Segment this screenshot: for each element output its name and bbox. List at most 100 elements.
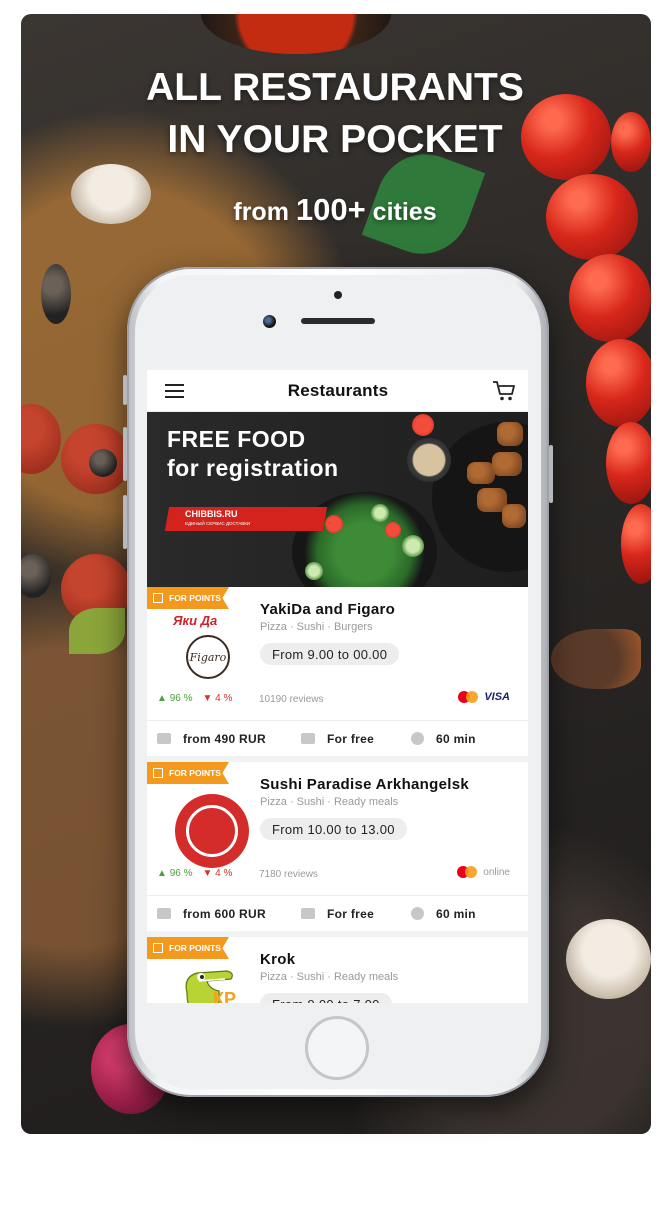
- restaurant-name: YakiDa and Figaro: [260, 601, 396, 618]
- clock-icon: [411, 732, 424, 745]
- spice-bowl-decoration: [407, 438, 451, 482]
- delivery-info: from 490 RUR For free 60 min: [147, 720, 528, 756]
- visa-icon: VISA: [484, 691, 510, 703]
- subline-number: 100+: [295, 192, 366, 227]
- cucumber-slice-decoration: [402, 535, 424, 557]
- promo-banner[interactable]: FREE FOOD for registration CHIBBIS.RU ЕД…: [147, 412, 528, 587]
- min-order-value: from 490 RUR: [183, 731, 266, 746]
- delivery-cost: For free: [301, 907, 374, 921]
- gift-icon: [153, 768, 163, 778]
- cart-icon[interactable]: [492, 380, 516, 402]
- tomato-decoration: [621, 504, 651, 584]
- power-button: [549, 445, 553, 503]
- opening-hours: From 9.00 to 7.00: [260, 993, 392, 1003]
- reviews-count[interactable]: 10190 reviews: [259, 694, 323, 705]
- kebab-decoration: [467, 462, 495, 484]
- badge-label: FOR POINTS: [169, 943, 221, 953]
- headline-line-1: ALL RESTAURANTS: [146, 66, 524, 109]
- hamburger-menu-icon[interactable]: [165, 383, 184, 398]
- pepper-slice-decoration: [69, 608, 125, 654]
- cherry-tomato-decoration: [412, 414, 434, 436]
- banner-subheadline: for registration: [167, 455, 339, 481]
- delivery-cost-value: For free: [327, 731, 375, 746]
- restaurant-card[interactable]: FOR POINTS Sushi Paradise Arkhangelsk Pi…: [147, 762, 528, 937]
- min-order-value: from 600 RUR: [183, 906, 266, 921]
- opening-hours: From 9.00 to 00.00: [260, 643, 400, 665]
- min-order: from 600 RUR: [157, 907, 266, 921]
- restaurant-logo: КР: [159, 961, 243, 1003]
- car-icon: [301, 733, 315, 744]
- banner-headline: FREE FOOD: [167, 426, 306, 452]
- tomato-slice-decoration: [325, 515, 343, 533]
- subline-prefix: from: [233, 198, 289, 226]
- krok-logo-text: КР: [213, 989, 236, 1003]
- tomato-decoration: [586, 339, 651, 427]
- restaurant-logo: [159, 786, 249, 870]
- for-points-badge: FOR POINTS: [147, 587, 229, 609]
- proximity-sensor-icon: [334, 291, 342, 299]
- spoon-decoration: [551, 629, 641, 689]
- money-icon: [157, 908, 171, 919]
- restaurant-categories: Pizza · Sushi · Ready meals: [260, 796, 399, 808]
- rating-down: 4 %: [215, 868, 233, 879]
- restaurant-card[interactable]: Яки Да Figaro FOR POINTS YakiDa and Figa…: [147, 587, 528, 762]
- volume-button: [123, 375, 127, 405]
- rating: ▲ 96 % ▼ 4 %: [157, 693, 232, 704]
- restaurant-name: Sushi Paradise Arkhangelsk: [260, 776, 469, 793]
- promo-headline: ALL RESTAURANTS IN YOUR POCKET: [21, 62, 651, 166]
- restaurant-card[interactable]: КР FOR POINTS Krok Pizza · Sushi · Ready…: [147, 937, 528, 1003]
- thumbs-up-icon: ▲ 96 %: [157, 868, 193, 879]
- figaro-logo: Figaro: [186, 635, 230, 679]
- rating-up: 96 %: [169, 693, 193, 704]
- badge-label: FOR POINTS: [169, 593, 221, 603]
- delivery-time: 60 min: [411, 907, 476, 921]
- rating-up: 96 %: [169, 868, 193, 879]
- app-screen: Restaurants FREE FOOD for registration C…: [147, 370, 528, 1003]
- opening-hours: From 10.00 to 13.00: [260, 818, 407, 840]
- sauce-bowl-decoration: [201, 14, 391, 54]
- headline-line-2: IN YOUR POCKET: [167, 118, 503, 161]
- delivery-info: from 600 RUR For free 60 min: [147, 895, 528, 931]
- cucumber-slice-decoration: [371, 504, 389, 522]
- mastercard-icon: [458, 691, 479, 703]
- restaurant-categories: Pizza · Sushi · Burgers: [260, 621, 373, 633]
- olive-decoration: [41, 264, 71, 324]
- reviews-count[interactable]: 7180 reviews: [259, 869, 318, 880]
- min-order: from 490 RUR: [157, 732, 266, 746]
- volume-button: [123, 495, 127, 549]
- tomato-decoration: [569, 254, 651, 342]
- kebab-decoration: [502, 504, 526, 528]
- thumbs-down-icon: ▼ 4 %: [202, 868, 233, 879]
- volume-button: [123, 427, 127, 481]
- sushi-paradise-logo: [175, 794, 249, 868]
- mastercard-icon: [457, 866, 478, 878]
- payment-methods: online: [457, 866, 510, 878]
- mushroom-decoration: [566, 919, 651, 999]
- car-icon: [301, 908, 315, 919]
- tomato-decoration: [606, 422, 651, 504]
- olive-decoration: [89, 449, 117, 477]
- pepperoni-decoration: [21, 404, 61, 474]
- payment-methods: VISA: [458, 691, 510, 703]
- yakida-logo-text: Яки Да: [173, 613, 218, 628]
- rating-down: 4 %: [215, 693, 233, 704]
- brand-stripe: CHIBBIS.RU ЕДИНЫЙ СЕРВИС ДОСТАВКИ: [164, 507, 328, 531]
- cucumber-slice-decoration: [305, 562, 323, 580]
- earpiece-speaker: [301, 318, 375, 324]
- restaurant-logo: Яки Да Figaro: [159, 611, 243, 695]
- promo-subline: from 100+ cities: [21, 192, 651, 228]
- brand-tagline: ЕДИНЫЙ СЕРВИС ДОСТАВКИ: [185, 521, 251, 526]
- thumbs-down-icon: ▼ 4 %: [202, 693, 233, 704]
- for-points-badge: FOR POINTS: [147, 762, 229, 784]
- badge-label: FOR POINTS: [169, 768, 221, 778]
- page-title: Restaurants: [287, 380, 389, 400]
- figaro-logo-text: Figaro: [189, 650, 227, 664]
- app-header: Restaurants: [147, 370, 528, 412]
- gift-icon: [153, 593, 163, 603]
- home-button[interactable]: [305, 1016, 369, 1080]
- delivery-time: 60 min: [411, 732, 476, 746]
- gift-icon: [153, 943, 163, 953]
- tomato-slice-decoration: [385, 522, 401, 538]
- money-icon: [157, 733, 171, 744]
- for-points-badge: FOR POINTS: [147, 937, 229, 959]
